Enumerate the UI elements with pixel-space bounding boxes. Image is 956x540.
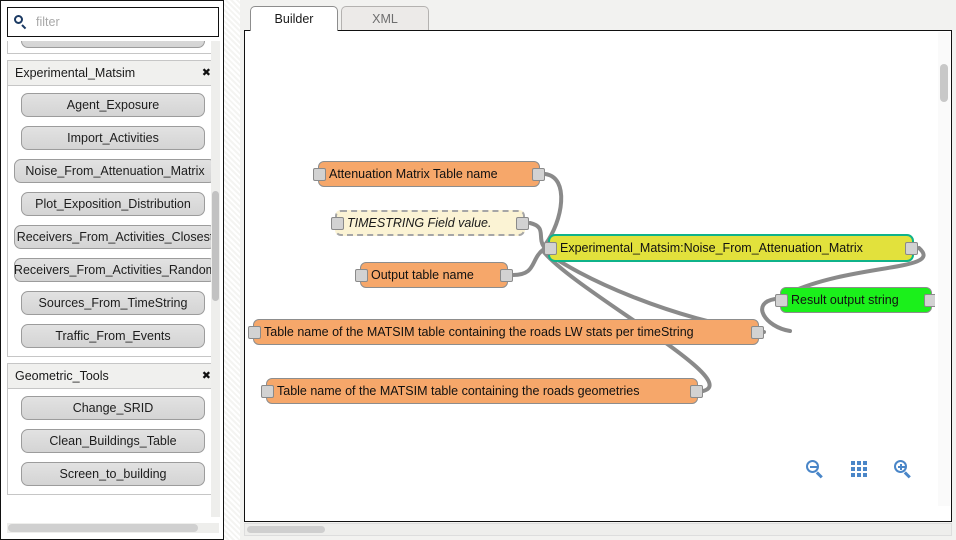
palette-group-body: Agent_Exposure Import_Activities Noise_F…: [8, 86, 218, 356]
graph-node-attenuation-matrix-table-name[interactable]: Attenuation Matrix Table name: [313, 161, 545, 187]
panel-splitter[interactable]: [224, 0, 240, 540]
palette-item-receivers-from-activities-random[interactable]: Receivers_From_Activities_Random: [14, 258, 216, 282]
canvas-vertical-scrollbar[interactable]: [938, 32, 950, 506]
tab-xml[interactable]: XML: [341, 6, 429, 31]
scrollbar-thumb[interactable]: [247, 526, 325, 533]
tab-builder[interactable]: Builder: [250, 6, 338, 31]
node-input-port[interactable]: [355, 269, 368, 282]
palette-group-title: Geometric_Tools: [15, 369, 109, 383]
graph-node-result-output-string[interactable]: Result output string: [775, 287, 935, 313]
filter-input-wrapper[interactable]: [7, 7, 219, 37]
palette-vertical-scrollbar[interactable]: [211, 41, 220, 517]
palette-item-sources-from-timestring[interactable]: Sources_From_TimeString: [21, 291, 205, 315]
palette-item-clean-buildings-table[interactable]: Clean_Buildings_Table: [21, 429, 205, 453]
tab-bar: Builder XML: [240, 4, 956, 31]
graph-wires: [511, 172, 926, 393]
zoom-in-icon[interactable]: [893, 459, 913, 479]
palette-group-header[interactable]: Experimental_Matsim ✖: [8, 61, 218, 86]
palette-group-partial: [7, 41, 219, 54]
node-output-port[interactable]: [905, 242, 918, 255]
zoom-out-icon[interactable]: [805, 459, 825, 479]
node-input-port[interactable]: [248, 326, 261, 339]
application-window: Experimental_Matsim ✖ Agent_Exposure Imp…: [0, 0, 956, 540]
node-input-port[interactable]: [331, 217, 344, 230]
palette-group-title: Experimental_Matsim: [15, 66, 136, 80]
node-output-port[interactable]: [516, 217, 529, 230]
palette-item-traffic-from-events[interactable]: Traffic_From_Events: [21, 324, 205, 348]
scrollbar-thumb[interactable]: [940, 64, 948, 102]
palette-item-import-activities[interactable]: Import_Activities: [21, 126, 205, 150]
graph-canvas[interactable]: Attenuation Matrix Table name TIMESTRING…: [245, 31, 935, 505]
canvas-toolbar: [805, 459, 913, 479]
palette-item[interactable]: [21, 41, 205, 48]
scrollbar-thumb[interactable]: [8, 524, 198, 532]
palette-item-receivers-from-activities-closest[interactable]: Receivers_From_Activities_Closest: [14, 225, 216, 249]
palette-panel: Experimental_Matsim ✖ Agent_Exposure Imp…: [0, 0, 224, 540]
node-label: Attenuation Matrix Table name: [329, 167, 498, 181]
palette-group-experimental-matsim: Experimental_Matsim ✖ Agent_Exposure Imp…: [7, 60, 219, 357]
editor-panel: Builder XML Attenuation Matrix Table nam…: [240, 0, 956, 540]
graph-node-timestring-field-value[interactable]: TIMESTRING Field value.: [331, 210, 529, 236]
node-output-port[interactable]: [532, 168, 545, 181]
palette-horizontal-scrollbar[interactable]: [7, 523, 219, 533]
node-output-port[interactable]: [751, 326, 764, 339]
node-label: Experimental_Matsim:Noise_From_Attenuati…: [560, 241, 863, 255]
palette-group-geometric-tools: Geometric_Tools ✖ Change_SRID Clean_Buil…: [7, 363, 219, 495]
node-input-port[interactable]: [775, 294, 788, 307]
node-label: TIMESTRING Field value.: [347, 216, 492, 230]
chevron-down-icon[interactable]: ✖: [202, 67, 211, 79]
palette-item-plot-exposition-distribution[interactable]: Plot_Exposition_Distribution: [21, 192, 205, 216]
node-output-port[interactable]: [690, 385, 703, 398]
palette-scroll-area[interactable]: Experimental_Matsim ✖ Agent_Exposure Imp…: [7, 41, 219, 517]
chevron-down-icon[interactable]: ✖: [202, 370, 211, 382]
node-output-port[interactable]: [924, 294, 935, 307]
grid-fit-icon[interactable]: [851, 461, 867, 477]
palette-item-noise-from-attenuation-matrix[interactable]: Noise_From_Attenuation_Matrix: [14, 159, 216, 183]
graph-node-matsim-roads-lw-stats[interactable]: Table name of the MATSIM table containin…: [248, 319, 764, 345]
node-output-port[interactable]: [500, 269, 513, 282]
palette-item-change-srid[interactable]: Change_SRID: [21, 396, 205, 420]
graph-node-matsim-roads-geometries[interactable]: Table name of the MATSIM table containin…: [261, 378, 703, 404]
palette-item-agent-exposure[interactable]: Agent_Exposure: [21, 93, 205, 117]
graph-node-experimental-matsim-noise-from-attenuation-matrix[interactable]: Experimental_Matsim:Noise_From_Attenuati…: [544, 234, 918, 262]
node-input-port[interactable]: [261, 385, 274, 398]
node-label: Result output string: [791, 293, 899, 307]
palette-item-screen-to-building[interactable]: Screen_to_building: [21, 462, 205, 486]
scrollbar-thumb[interactable]: [212, 191, 219, 301]
canvas-frame: Attenuation Matrix Table name TIMESTRING…: [244, 30, 952, 522]
search-icon: [14, 15, 28, 30]
filter-input[interactable]: [34, 14, 212, 30]
graph-node-output-table-name[interactable]: Output table name: [355, 262, 513, 288]
node-input-port[interactable]: [313, 168, 326, 181]
node-label: Table name of the MATSIM table containin…: [264, 325, 694, 339]
node-input-port[interactable]: [544, 242, 557, 255]
palette-group-header[interactable]: Geometric_Tools ✖: [8, 364, 218, 389]
palette-group-body: Change_SRID Clean_Buildings_Table Screen…: [8, 389, 218, 494]
node-label: Table name of the MATSIM table containin…: [277, 384, 640, 398]
node-label: Output table name: [371, 268, 474, 282]
canvas-horizontal-scrollbar[interactable]: [244, 523, 952, 536]
